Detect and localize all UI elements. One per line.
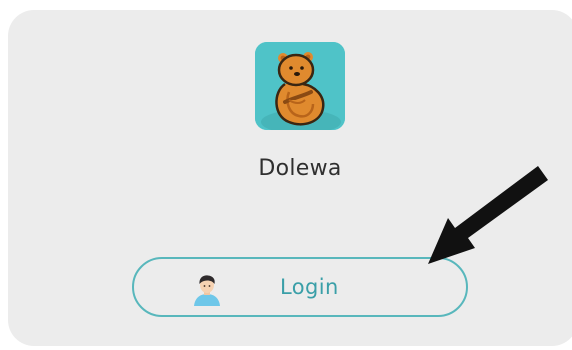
user-avatar-icon (190, 272, 224, 306)
arrow-pointer-icon (428, 166, 548, 264)
login-button-label: Login (280, 275, 339, 299)
app-icon (255, 42, 345, 130)
beaver-icon (255, 42, 345, 130)
